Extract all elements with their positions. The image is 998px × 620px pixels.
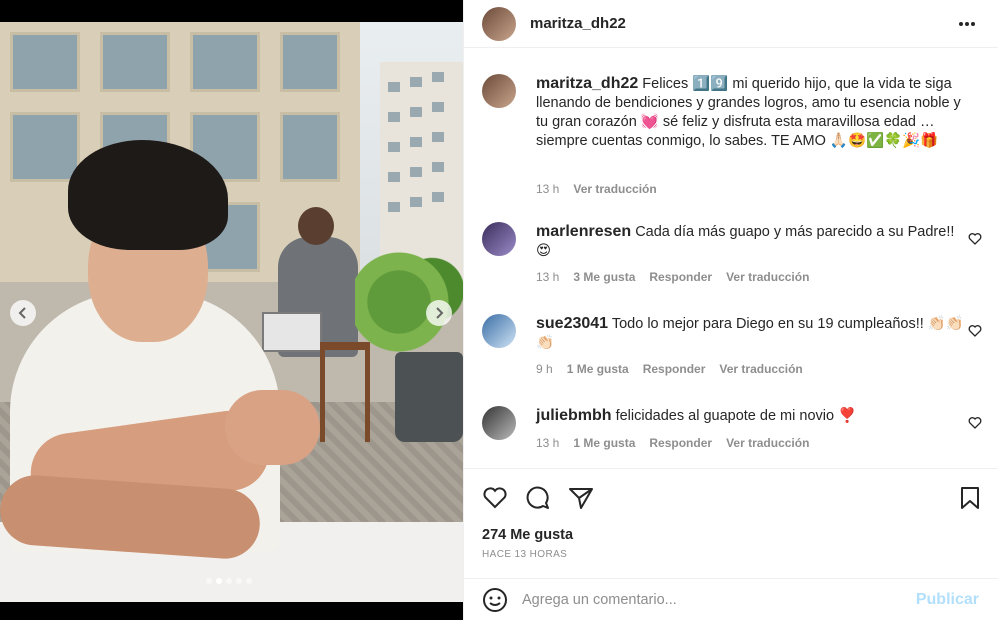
commenter-avatar[interactable] xyxy=(482,314,516,348)
comment-icon[interactable] xyxy=(525,485,551,511)
post-media xyxy=(0,0,463,620)
post-timestamp: HACE 13 HORAS xyxy=(482,549,568,560)
carousel-prev-button[interactable] xyxy=(10,300,36,326)
comment-composer: Publicar xyxy=(464,578,998,620)
caption-emoji-number: 1️⃣9️⃣ xyxy=(692,76,729,92)
comment-text: felicidades al guapote de mi novio xyxy=(615,408,835,424)
comment-meta: 13 h 3 Me gusta Responder Ver traducción xyxy=(536,270,809,284)
translate-link[interactable]: Ver traducción xyxy=(726,270,809,284)
carousel-dot xyxy=(226,578,232,584)
caption-meta: 13 h Ver traducción xyxy=(536,182,657,196)
caption-translate-link[interactable]: Ver traducción xyxy=(573,182,656,196)
comment-emoji: 😍 xyxy=(536,243,552,259)
caption-text: Felices xyxy=(642,76,689,92)
comment-meta: 13 h 1 Me gusta Responder Ver traducción xyxy=(536,436,809,450)
like-comment-icon[interactable] xyxy=(968,232,982,246)
like-comment-icon[interactable] xyxy=(968,324,982,338)
post-photo[interactable] xyxy=(0,22,463,602)
reply-link[interactable]: Responder xyxy=(649,436,712,450)
translate-link[interactable]: Ver traducción xyxy=(719,362,802,376)
comment-time: 13 h xyxy=(536,270,560,284)
comment-username[interactable]: sue23041 xyxy=(536,315,608,332)
comment-text: Todo lo mejor para Diego en su 19 cumple… xyxy=(611,316,924,332)
comment-text: Cada día más guapo y más parecido a su P… xyxy=(635,224,955,240)
post-header: maritza_dh22 xyxy=(464,0,998,48)
like-count[interactable]: 274 Me gusta xyxy=(482,527,573,543)
heart-icon[interactable] xyxy=(482,485,508,511)
translate-link[interactable]: Ver traducción xyxy=(726,436,809,450)
comment-likes[interactable]: 1 Me gusta xyxy=(567,362,629,376)
carousel-dot xyxy=(206,578,212,584)
carousel-dot xyxy=(236,578,242,584)
author-avatar[interactable] xyxy=(482,6,516,41)
commenter-avatar[interactable] xyxy=(482,222,516,256)
caption-body: maritza_dh22 Felices 1️⃣9️⃣ mi querido h… xyxy=(536,74,966,151)
reply-link[interactable]: Responder xyxy=(643,362,706,376)
comment-likes[interactable]: 1 Me gusta xyxy=(573,436,635,450)
chevron-right-icon xyxy=(436,307,444,319)
author-username[interactable]: maritza_dh22 xyxy=(530,15,626,32)
commenter-avatar[interactable] xyxy=(482,406,516,440)
comment-body: sue23041 Todo lo mejor para Diego en su … xyxy=(536,314,966,353)
comment-likes[interactable]: 3 Me gusta xyxy=(573,270,635,284)
comments-list: maritza_dh22 Felices 1️⃣9️⃣ mi querido h… xyxy=(464,60,998,468)
bookmark-icon[interactable] xyxy=(957,485,983,511)
carousel-dot-active xyxy=(216,578,222,584)
post-panel: maritza_dh22 maritza_dh22 Felices 1️⃣9️⃣… xyxy=(463,0,998,620)
chevron-left-icon xyxy=(18,307,26,319)
carousel-indicator xyxy=(206,578,252,584)
comment-emoji: ❣️ xyxy=(838,408,857,424)
caption-emoji-heart: 💓 xyxy=(640,114,659,130)
share-icon[interactable] xyxy=(568,485,594,511)
reply-link[interactable]: Responder xyxy=(649,270,712,284)
like-comment-icon[interactable] xyxy=(968,416,982,430)
comment-username[interactable]: juliebmbh xyxy=(536,407,612,424)
more-options-icon[interactable] xyxy=(957,14,977,34)
comment-body: juliebmbh felicidades al guapote de mi n… xyxy=(536,406,966,426)
comment-meta: 9 h 1 Me gusta Responder Ver traducción xyxy=(536,362,803,376)
comment-time: 13 h xyxy=(536,436,560,450)
caption-username[interactable]: maritza_dh22 xyxy=(536,75,638,92)
comment-username[interactable]: marlenresen xyxy=(536,223,631,240)
caption-time: 13 h xyxy=(536,182,560,196)
comment-input[interactable] xyxy=(522,591,882,608)
caption-emoji-row: 🙏🏻🤩✅🍀🎉🎁 xyxy=(829,133,939,149)
carousel-dot xyxy=(246,578,252,584)
comment-body: marlenresen Cada día más guapo y más par… xyxy=(536,222,966,261)
carousel-next-button[interactable] xyxy=(426,300,452,326)
emoji-picker-icon[interactable] xyxy=(482,587,508,613)
action-bar: 274 Me gusta HACE 13 HORAS xyxy=(464,468,998,578)
author-avatar[interactable] xyxy=(482,74,516,108)
publish-button[interactable]: Publicar xyxy=(916,591,979,609)
comment-time: 9 h xyxy=(536,362,553,376)
